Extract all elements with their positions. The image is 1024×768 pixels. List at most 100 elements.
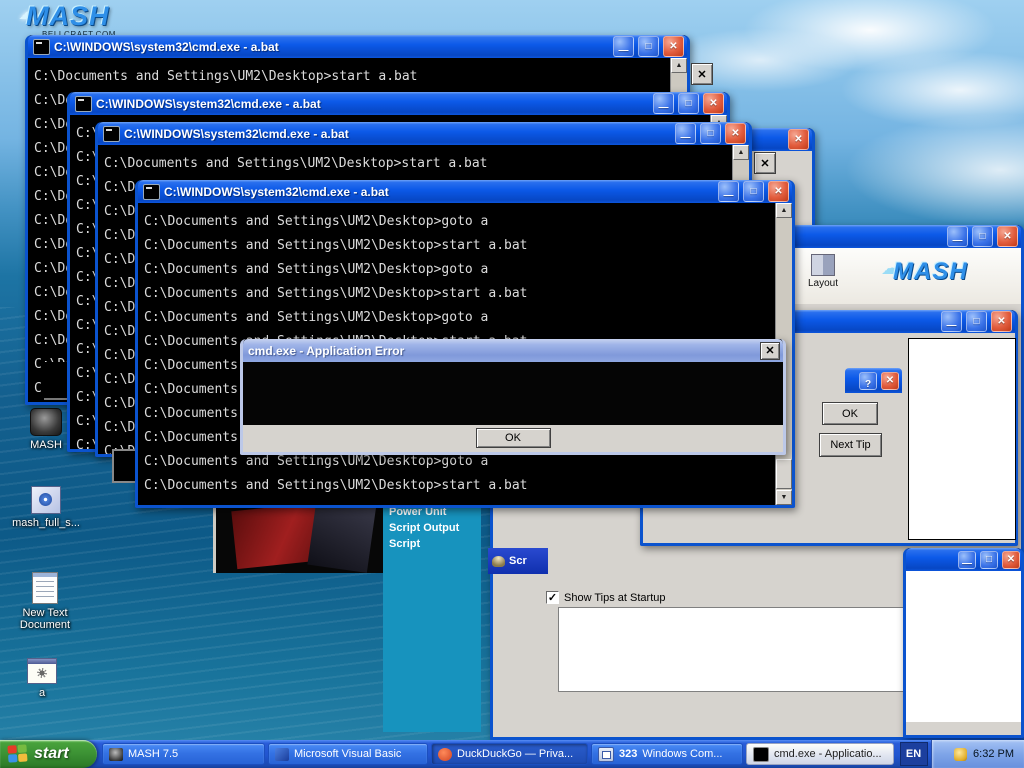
clock: 6:32 PM — [973, 748, 1014, 760]
tip-dialog-titlebar[interactable]: ? ✕ — [845, 368, 902, 393]
error-dialog-button-row: OK — [243, 425, 783, 452]
minimize-button[interactable]: — — [653, 93, 674, 114]
desktop-icon-label: a — [38, 687, 46, 699]
layout-icon — [811, 254, 835, 276]
cmd-titlebar[interactable]: C:\WINDOWS\system32\cmd.exe - a.bat — □ … — [138, 180, 792, 203]
error-ok-button[interactable]: OK — [475, 428, 551, 448]
minimize-button[interactable]: — — [718, 181, 739, 202]
checkmark-icon: ✓ — [547, 592, 558, 604]
close-icon[interactable]: ✕ — [691, 63, 713, 85]
start-button[interactable]: start — [0, 740, 97, 768]
script-window-titlebar[interactable]: Scr — [488, 548, 548, 574]
maximize-button[interactable]: □ — [743, 181, 764, 202]
mash-app-icon — [109, 747, 123, 761]
taskbar-button-duckduckgo[interactable]: DuckDuckGo — Priva... — [431, 743, 588, 765]
minimize-button[interactable]: — — [613, 36, 634, 57]
scroll-thumb[interactable] — [776, 459, 792, 489]
minimize-button[interactable]: — — [675, 123, 696, 144]
scroll-down-button[interactable]: ▼ — [776, 490, 792, 505]
error-dialog-titlebar[interactable]: cmd.exe - Application Error ✕ — [243, 339, 783, 362]
close-button[interactable]: ✕ — [788, 129, 809, 150]
layout-label: Layout — [807, 278, 839, 289]
close-button[interactable]: ✕ — [725, 123, 746, 144]
cmd-icon — [143, 183, 160, 200]
desktop-icon-new-text-document[interactable]: New Text Document — [2, 572, 88, 631]
tip-ok-button[interactable]: OK — [822, 402, 878, 425]
mash-toolbar-logo: ☁ MASH — [881, 258, 968, 286]
taskbar: start MASH 7.5 Microsoft Visual Basic Du… — [0, 740, 1024, 768]
cmd-title: C:\WINDOWS\system32\cmd.exe - a.bat — [54, 39, 279, 54]
desktop: ☁ MASH BELLCRAFT.COM MASH mash_full_s...… — [0, 0, 1024, 768]
maximize-button[interactable]: □ — [972, 226, 993, 247]
cmd-icon — [753, 746, 769, 762]
language-indicator[interactable]: EN — [899, 742, 928, 766]
window-statusbar — [906, 722, 1021, 735]
script-list-item[interactable]: Script — [389, 536, 481, 552]
script-list-panel: Power Unit Script Output Script — [383, 502, 481, 732]
script-window-title: Scr — [509, 555, 527, 567]
maximize-button[interactable]: □ — [678, 93, 699, 114]
desktop-icon-mash-installer[interactable]: mash_full_s... — [8, 486, 84, 529]
maximize-button[interactable]: □ — [700, 123, 721, 144]
wallpaper-logo-text: MASH — [26, 1, 110, 31]
close-button[interactable]: ✕ — [1002, 550, 1020, 569]
close-button[interactable]: ✕ — [881, 371, 899, 390]
close-button[interactable]: ✕ — [997, 226, 1018, 247]
text-document-icon — [32, 572, 58, 604]
cmd-titlebar[interactable]: C:\WINDOWS\system32\cmd.exe - a.bat — □ … — [98, 122, 749, 145]
taskbar-button-mash[interactable]: MASH 7.5 — [102, 743, 265, 765]
cmd-icon — [103, 125, 120, 142]
cmd-title: C:\WINDOWS\system32\cmd.exe - a.bat — [124, 126, 349, 141]
close-icon[interactable]: ✕ — [754, 152, 776, 174]
window-body — [906, 571, 1021, 722]
batch-file-icon — [27, 658, 57, 684]
cmd-title: C:\WINDOWS\system32\cmd.exe - a.bat — [164, 184, 389, 199]
cmd-titlebar[interactable]: C:\WINDOWS\system32\cmd.exe - a.bat — □ … — [70, 92, 727, 115]
tip-next-tip-button[interactable]: Next Tip — [819, 433, 882, 457]
taskbar-button-error-dialog[interactable]: cmd.exe - Applicatio... — [746, 743, 894, 765]
script-list-item[interactable]: Script Output — [389, 520, 481, 536]
start-label: start — [34, 745, 69, 762]
cmd-title: C:\WINDOWS\system32\cmd.exe - a.bat — [96, 96, 321, 111]
mash-app-icon — [30, 408, 62, 436]
taskbar-button-cmd-group[interactable]: 323 Windows Com... — [591, 743, 743, 765]
desktop-icon-a-bat[interactable]: a — [4, 658, 80, 699]
taskbar-button-visual-basic[interactable]: Microsoft Visual Basic — [268, 743, 428, 765]
desktop-icon-label: mash_full_s... — [12, 517, 80, 529]
close-icon[interactable]: ✕ — [760, 341, 780, 360]
show-tips-label: Show Tips at Startup — [564, 591, 666, 604]
show-tips-checkbox[interactable]: ✓ — [546, 591, 559, 604]
maximize-button[interactable]: □ — [966, 311, 987, 332]
hat-icon — [492, 555, 505, 567]
close-button[interactable]: ✕ — [768, 181, 789, 202]
cmd-icon — [33, 38, 50, 55]
windows-flag-icon — [7, 744, 28, 763]
close-button[interactable]: ✕ — [663, 36, 684, 57]
close-button[interactable]: ✕ — [703, 93, 724, 114]
scroll-up-button[interactable]: ▲ — [776, 203, 792, 218]
window-titlebar[interactable]: — □ ✕ — [906, 548, 1021, 571]
installer-icon — [31, 486, 61, 514]
window-group-icon — [598, 746, 614, 762]
system-tray: 6:32 PM — [930, 740, 1024, 768]
help-button[interactable]: ? — [859, 371, 877, 390]
minimize-button[interactable]: — — [958, 550, 976, 569]
bottom-right-window[interactable]: — □ ✕ — [903, 548, 1024, 738]
pinball-image — [213, 497, 388, 573]
minimize-button[interactable]: — — [941, 311, 962, 332]
minimize-button[interactable]: — — [947, 226, 968, 247]
maximize-button[interactable]: □ — [638, 36, 659, 57]
tray-icon[interactable] — [954, 747, 968, 761]
layout-toolbar-button[interactable]: Layout — [798, 254, 848, 300]
cmd-titlebar[interactable]: C:\WINDOWS\system32\cmd.exe - a.bat — □ … — [28, 35, 687, 58]
show-tips-checkbox-row[interactable]: ✓ Show Tips at Startup — [546, 591, 666, 604]
duckduckgo-icon — [438, 747, 452, 761]
scroll-up-button[interactable]: ▲ — [671, 58, 687, 73]
close-button[interactable]: ✕ — [991, 311, 1012, 332]
maximize-button[interactable]: □ — [980, 550, 998, 569]
error-dialog-body — [243, 362, 783, 425]
scroll-up-button[interactable]: ▲ — [733, 145, 749, 160]
application-error-dialog[interactable]: cmd.exe - Application Error ✕ OK — [240, 339, 786, 455]
desktop-icon-label: New Text Document — [19, 607, 71, 631]
visual-basic-icon — [275, 747, 289, 761]
